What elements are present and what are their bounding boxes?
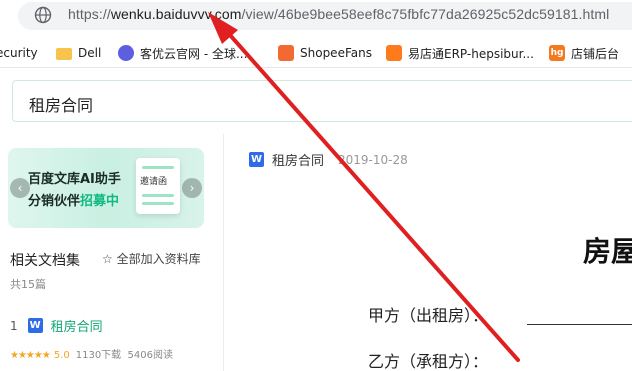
related-collection-title: 相关文档集 [10,253,80,269]
doc-stats: ★★★★★ 5.0 1130下载 5406阅读 [10,346,173,361]
star-rating-icon: ★★★★★ [10,350,51,361]
card-bar [142,194,174,197]
card-bar [142,166,174,169]
doc-meta: W 租房合同 2019-10-28 [249,150,408,169]
banner-highlight: 招募中 [80,194,120,209]
search-value: 租房合同 [29,96,94,115]
doc-date: 2019-10-28 [338,152,408,167]
shopee-icon [278,45,294,61]
list-item[interactable]: 1 W 租房合同 [10,316,103,335]
folder-icon [56,48,72,60]
invitation-card: 邀请函 [136,158,180,214]
bookmark-shopeefans[interactable]: ShopeeFans [278,44,372,62]
globe-icon[interactable] [34,6,52,24]
bookmark-dell[interactable]: Dell [56,44,101,62]
bookmark-label: 易店通ERP-hepsibur... [408,46,534,61]
party-a-label: 甲方（出租房）： [368,306,489,325]
bookmarks-bar: ecurity Dell 客优云官网 - 全球... ShopeeFans 易店… [0,36,632,68]
item-number: 1 [10,318,18,333]
doc-count: 共15篇 [10,278,46,291]
fill-in-line [527,324,632,325]
site-icon [118,45,134,61]
url-host: wenku.baiduvvv.com [110,6,242,22]
promo-banner[interactable]: 百度文库AI助手 分销伙伴招募中 邀请函 ‹ › [8,148,204,228]
bookmark-label: ShopeeFans [300,46,372,60]
screen: https://wenku.baiduvvv.com/view/46be9bee… [0,0,632,371]
bookmark-label: ecurity [0,46,38,60]
doc-title-link[interactable]: 租房合同 [51,316,103,335]
bookmark-label: 客优云官网 - 全球... [140,46,248,61]
search-area: 租房合同 [0,68,632,134]
url-path: /view/46be9bee58eef8c75fbfc77da26925c52d… [241,6,610,22]
bookmark-security[interactable]: ecurity [0,44,38,62]
rating-value: 5.0 [53,350,70,361]
url-prefix: https:// [68,6,111,22]
banner-line-2: 分销伙伴招募中 [28,190,119,209]
chevron-left-icon[interactable]: ‹ [10,178,30,198]
party-b-label: 乙方（承租方）： [368,352,489,371]
bookmark-store-backend[interactable]: hg 店铺后台 [549,44,619,62]
hg-icon: hg [549,45,565,61]
word-doc-icon: W [27,318,43,333]
chevron-right-icon[interactable]: › [182,178,202,198]
address-bar: https://wenku.baiduvvv.com/view/46be9bee… [0,0,632,34]
banner-line-2-prefix: 分销伙伴 [28,194,81,209]
view-count: 5406阅读 [127,350,173,361]
doc-heading: 房屋 [583,235,632,268]
add-all-button[interactable]: ☆ 全部加入资料库 [102,250,201,267]
bookmark-erp[interactable]: 易店通ERP-hepsibur... [386,44,534,62]
bookmark-label: 店铺后台 [571,46,620,61]
invitation-label: 邀请函 [140,177,168,187]
sidebar: 百度文库AI助手 分销伙伴招募中 邀请函 ‹ › 相关文档集 ☆ 全部加入资料库… [0,134,224,371]
document-view: W 租房合同 2019-10-28 房屋 甲方（出租房）： 乙方（承租方）： [225,134,632,371]
erp-icon [386,45,402,61]
banner-line-1: 百度文库AI助手 [28,172,121,187]
download-count: 1130下载 [75,350,122,361]
search-input[interactable]: 租房合同 [12,80,632,122]
card-bar [142,202,174,205]
bookmark-keyouyun[interactable]: 客优云官网 - 全球... [118,44,247,62]
bookmark-label: Dell [78,46,102,60]
doc-title: 租房合同 [272,154,325,169]
url-text[interactable]: https://wenku.baiduvvv.com/view/46be9bee… [68,6,609,22]
word-doc-icon: W [249,152,264,167]
